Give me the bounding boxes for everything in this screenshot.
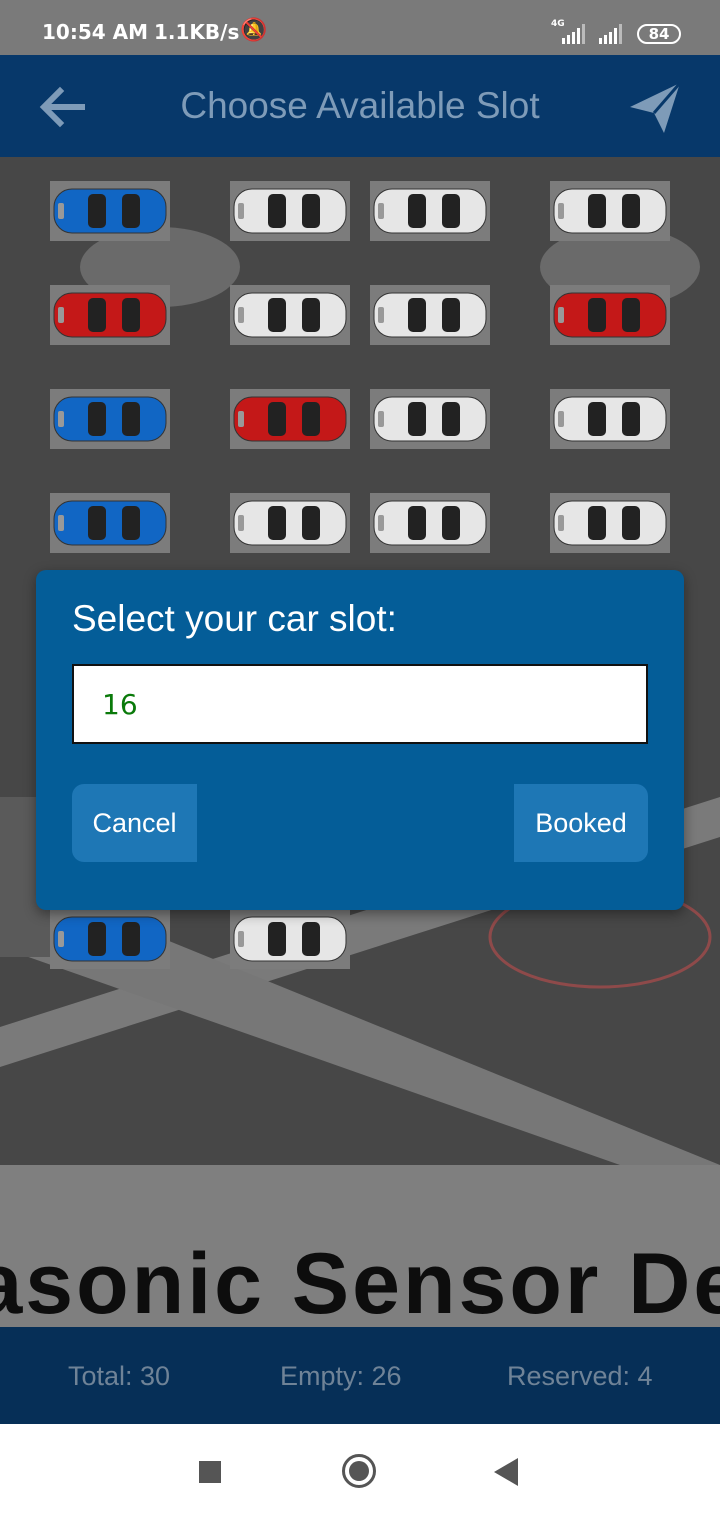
car-white-icon <box>373 188 487 234</box>
parking-slot[interactable] <box>370 389 490 449</box>
parking-slot[interactable] <box>230 181 350 241</box>
parking-slot[interactable] <box>230 389 350 449</box>
cancel-button[interactable]: Cancel <box>72 784 197 862</box>
car-white-icon <box>553 500 667 546</box>
mute-icon: 🔕 <box>240 18 268 43</box>
system-nav-bar <box>0 1424 720 1520</box>
status-bar: 10:54 AM 1.1KB/s 🔕 4G 84 <box>0 0 720 55</box>
car-white-icon <box>233 188 347 234</box>
parking-slot[interactable] <box>50 909 170 969</box>
car-white-icon <box>553 396 667 442</box>
car-white-icon <box>373 500 487 546</box>
signal-icon <box>599 24 622 44</box>
car-white-icon <box>233 292 347 338</box>
app-bar: Choose Available Slot <box>0 55 720 157</box>
parking-slot[interactable] <box>370 285 490 345</box>
recents-icon[interactable] <box>199 1461 221 1483</box>
car-white-icon <box>233 916 347 962</box>
parking-slot[interactable] <box>550 285 670 345</box>
parking-slot[interactable] <box>550 389 670 449</box>
status-time: 10:54 AM <box>42 20 149 44</box>
parking-slot[interactable] <box>550 493 670 553</box>
booked-button[interactable]: Booked <box>514 784 648 862</box>
car-red-icon <box>53 292 167 338</box>
reserved-count: Reserved: 4 <box>507 1361 653 1391</box>
car-white-icon <box>233 500 347 546</box>
signal-icon <box>562 24 585 44</box>
car-blue-icon <box>53 916 167 962</box>
parking-slot[interactable] <box>230 285 350 345</box>
back-icon[interactable] <box>494 1458 518 1486</box>
footer-stats: Total: 30 Empty: 26 Reserved: 4 <box>0 1327 720 1424</box>
total-count: Total: 30 <box>68 1361 171 1391</box>
parking-slot[interactable] <box>370 493 490 553</box>
car-white-icon <box>553 188 667 234</box>
parking-slot[interactable] <box>230 909 350 969</box>
car-white-icon <box>373 292 487 338</box>
slot-number-input[interactable] <box>72 664 648 744</box>
parking-slot[interactable] <box>50 493 170 553</box>
battery-icon: 84 <box>637 24 681 44</box>
slot-select-dialog: Select your car slot: Cancel Booked <box>36 570 684 910</box>
parking-slot[interactable] <box>550 181 670 241</box>
parking-slot[interactable] <box>370 181 490 241</box>
send-icon[interactable] <box>628 81 682 135</box>
car-blue-icon <box>53 188 167 234</box>
car-blue-icon <box>53 396 167 442</box>
banner-image: rasonic Sensor De <box>0 1165 720 1327</box>
home-icon[interactable] <box>342 1454 376 1488</box>
parking-slot[interactable] <box>50 389 170 449</box>
car-red-icon <box>553 292 667 338</box>
banner-text: rasonic Sensor De <box>0 1236 720 1327</box>
status-net-speed: 1.1KB/s <box>154 20 240 44</box>
car-white-icon <box>373 396 487 442</box>
parking-slot[interactable] <box>230 493 350 553</box>
dialog-title: Select your car slot: <box>72 598 397 639</box>
car-blue-icon <box>53 500 167 546</box>
page-title: Choose Available Slot <box>180 85 540 126</box>
empty-count: Empty: 26 <box>280 1361 402 1391</box>
parking-slot[interactable] <box>50 285 170 345</box>
parking-slot[interactable] <box>50 181 170 241</box>
car-red-icon <box>233 396 347 442</box>
